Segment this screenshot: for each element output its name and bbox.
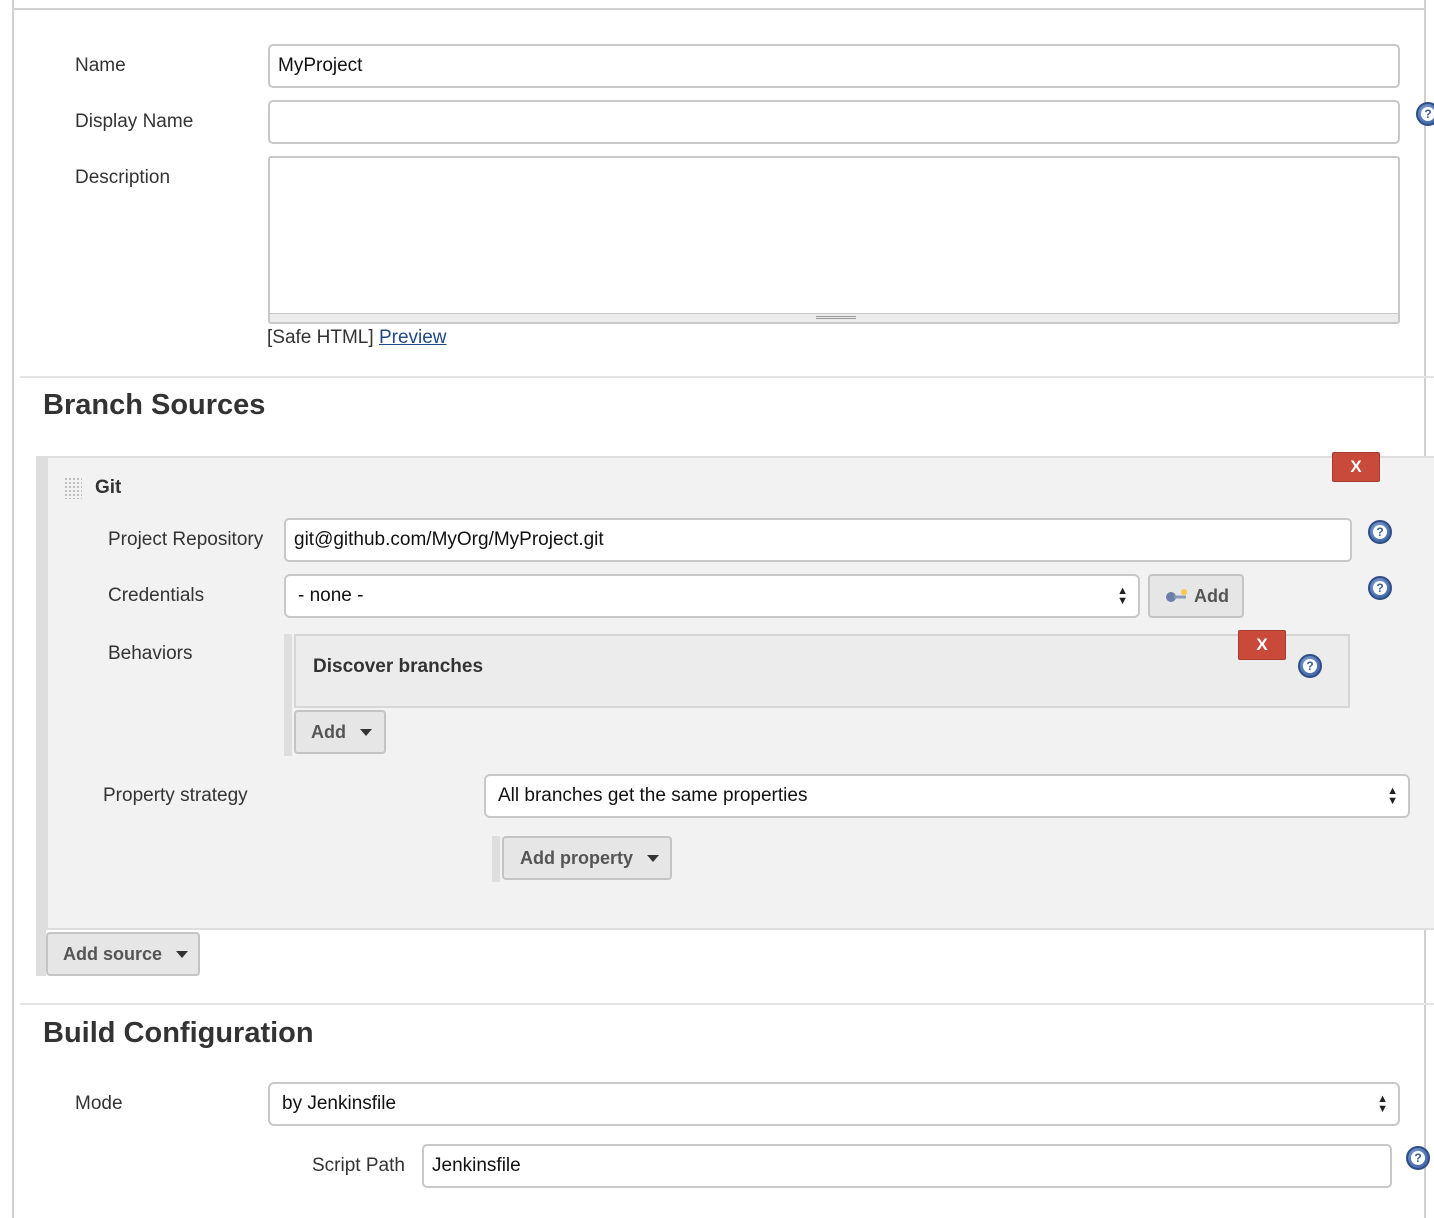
project-repository-help-icon[interactable]: ?: [1368, 520, 1392, 544]
safe-html-row: [Safe HTML] Preview: [267, 327, 447, 349]
behaviors-label: Behaviors: [108, 643, 193, 664]
behavior-item-label: Discover branches: [313, 656, 484, 677]
name-input-value: MyProject: [278, 55, 363, 76]
frame-top-border: [12, 8, 1426, 10]
mode-value: by Jenkinsfile: [282, 1093, 397, 1114]
display-name-label: Display Name: [75, 111, 194, 132]
remove-behavior-button[interactable]: X: [1238, 630, 1286, 660]
preview-link[interactable]: Preview: [379, 327, 447, 348]
resize-grip-line: [816, 318, 856, 319]
property-strategy-value: All branches get the same properties: [498, 785, 808, 806]
behaviors-list-bar: [284, 634, 292, 756]
credentials-label: Credentials: [108, 585, 205, 606]
section-separator: [20, 1003, 1434, 1005]
add-source-button[interactable]: Add source: [46, 932, 200, 976]
resize-grip-line: [816, 316, 856, 317]
mode-label: Mode: [75, 1093, 123, 1114]
caret-down-icon: [360, 728, 372, 736]
add-property-button[interactable]: Add property: [502, 836, 672, 880]
credentials-help-icon[interactable]: ?: [1368, 576, 1392, 600]
property-strategy-select[interactable]: All branches get the same properties ▲ ▼: [484, 774, 1410, 818]
script-path-input[interactable]: Jenkinsfile: [422, 1144, 1392, 1188]
frame-left-border: [12, 0, 14, 1218]
behavior-help-icon[interactable]: ?: [1298, 654, 1322, 678]
mode-select[interactable]: by Jenkinsfile ▲ ▼: [268, 1082, 1400, 1126]
name-label: Name: [75, 55, 126, 76]
caret-down-icon: [176, 950, 189, 958]
add-property-label: Add property: [520, 847, 634, 868]
branch-sources-title: Branch Sources: [43, 389, 266, 421]
description-textarea[interactable]: [268, 156, 1400, 324]
script-path-help-icon[interactable]: ?: [1406, 1146, 1430, 1170]
select-arrows-icon: ▲ ▼: [1117, 585, 1128, 607]
remove-git-source-button[interactable]: X: [1332, 452, 1380, 482]
credentials-add-button[interactable]: Add: [1148, 574, 1244, 618]
display-name-help-icon[interactable]: ?: [1416, 102, 1434, 126]
credentials-select[interactable]: - none - ▲ ▼: [284, 574, 1140, 618]
drag-handle-icon[interactable]: [64, 477, 82, 499]
source-list-bar: [36, 456, 46, 976]
build-configuration-title: Build Configuration: [43, 1017, 314, 1049]
select-arrows-icon: ▲ ▼: [1377, 1093, 1388, 1115]
caret-down-icon: [647, 854, 660, 862]
credentials-add-label: Add: [1194, 585, 1229, 606]
script-path-value: Jenkinsfile: [432, 1155, 521, 1176]
project-repository-label: Project Repository: [108, 529, 264, 550]
project-repository-input[interactable]: git@github.com/MyOrg/MyProject.git: [284, 518, 1352, 562]
property-list-bar: [492, 836, 500, 882]
textarea-resize-bar[interactable]: [270, 313, 1398, 322]
git-source-title: Git: [95, 477, 122, 498]
display-name-input[interactable]: [268, 100, 1400, 144]
script-path-label: Script Path: [312, 1155, 405, 1176]
add-source-label: Add source: [63, 943, 163, 964]
name-input[interactable]: MyProject: [268, 44, 1400, 88]
section-separator: [20, 376, 1434, 378]
credentials-value: - none -: [298, 585, 364, 606]
key-icon: [1166, 589, 1187, 602]
project-repository-value: git@github.com/MyOrg/MyProject.git: [294, 529, 604, 550]
behavior-item: Discover branches: [294, 634, 1350, 708]
description-label: Description: [75, 167, 171, 188]
property-strategy-label: Property strategy: [103, 785, 248, 806]
behaviors-add-button[interactable]: Add: [294, 710, 386, 754]
behaviors-add-label: Add: [311, 721, 346, 742]
safe-html-text: [Safe HTML]: [267, 327, 374, 348]
select-arrows-icon: ▲ ▼: [1387, 785, 1398, 807]
